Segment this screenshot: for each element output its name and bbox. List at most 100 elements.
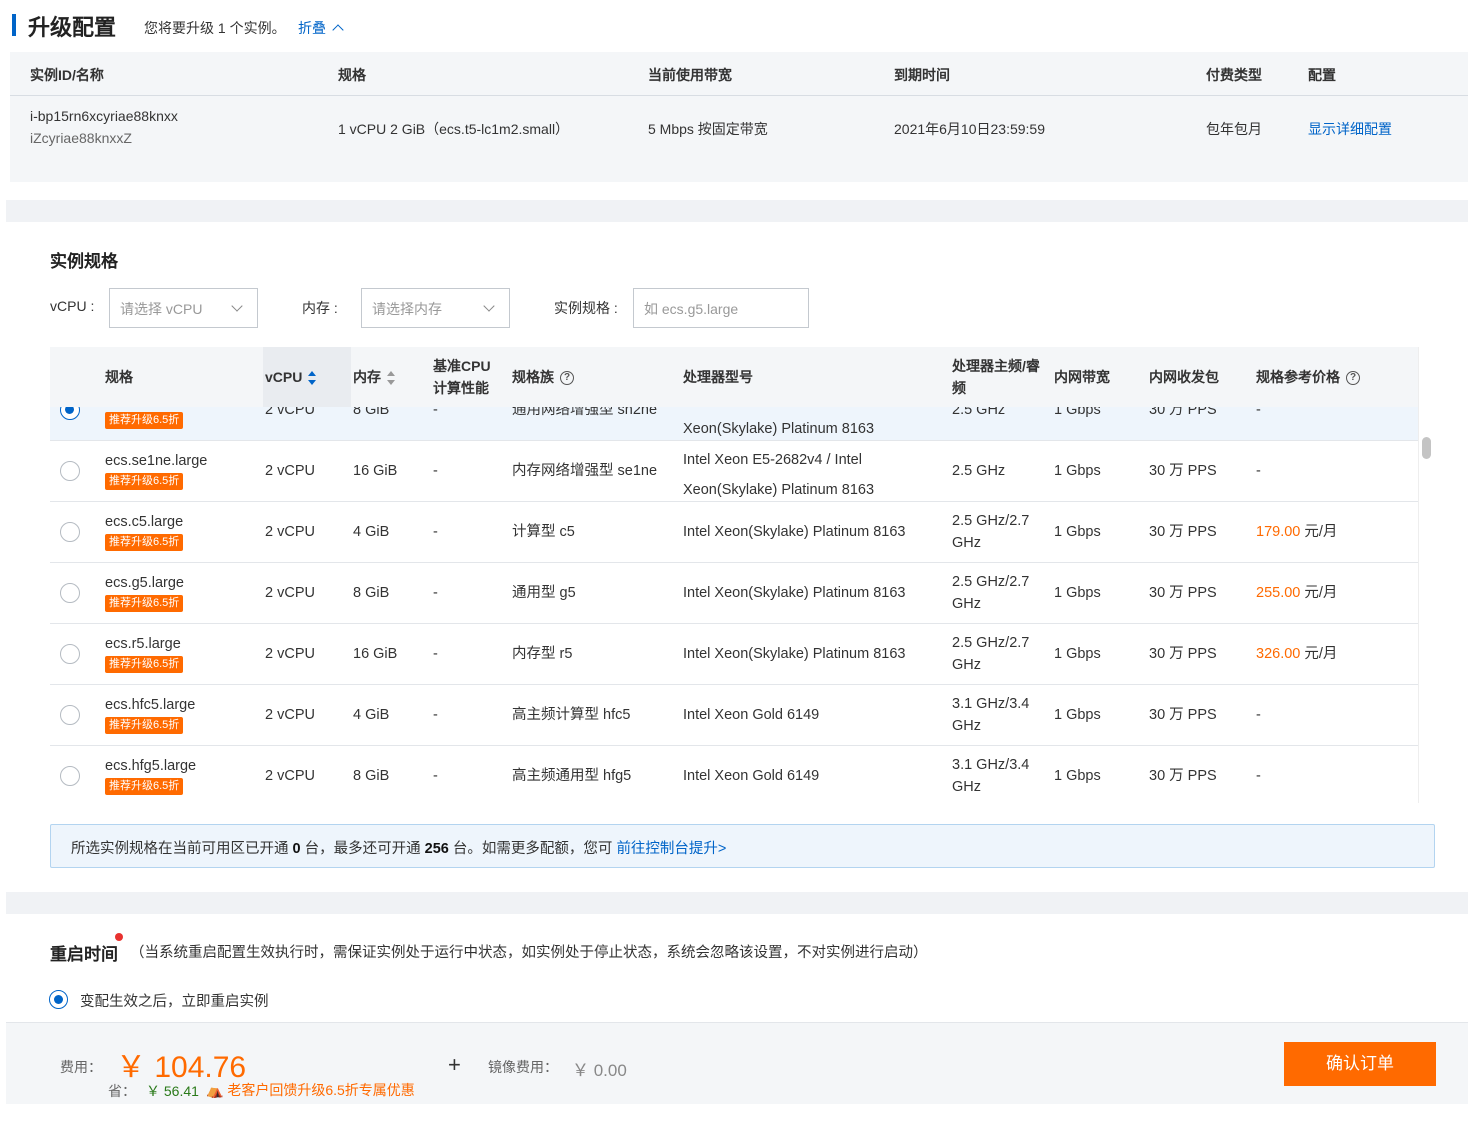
fold-toggle[interactable]: 折叠 <box>298 18 344 38</box>
pps-value: 30 万 PPS <box>1149 407 1217 418</box>
family-value: 高主频计算型 hfc5 <box>512 707 631 723</box>
bandwidth-value: 1 Gbps <box>1054 463 1101 479</box>
spec-section-title: 实例规格 <box>50 252 118 271</box>
recommend-badge: 推荐升级6.5折 <box>105 412 184 429</box>
th-processor: 处理器型号 <box>683 369 753 385</box>
th-pps: 内网收发包 <box>1149 369 1219 385</box>
price-amount: 255.00 <box>1256 585 1301 601</box>
memory-label: 内存 : <box>302 300 338 316</box>
memory-value: 8 GiB <box>353 585 390 601</box>
family-value: 通用网络增强型 sn2ne <box>512 407 658 418</box>
row-select-radio[interactable] <box>60 522 80 542</box>
vcpu-value: 2 vCPU <box>265 463 315 479</box>
th-family: 规格族? <box>512 366 574 388</box>
price-amount: - <box>1256 407 1261 418</box>
memory-value: 4 GiB <box>353 707 390 723</box>
table-row[interactable]: ecs.g5.large 推荐升级6.5折 2 vCPU 8 GiB - 通用型 g5 In… <box>50 563 1418 624</box>
row-select-radio[interactable] <box>60 407 80 420</box>
title-accent-bar <box>12 14 16 36</box>
col-spec: 规格 <box>338 67 366 83</box>
col-bandwidth: 当前使用带宽 <box>648 67 732 83</box>
pps-value: 30 万 PPS <box>1149 768 1217 784</box>
freq-value: 2.5 GHz <box>952 463 1006 479</box>
th-bandwidth: 内网带宽 <box>1054 369 1110 385</box>
instance-spec: 1 vCPU 2 GiB（ecs.t5-lc1m2.small） <box>338 121 570 137</box>
price-amount: - <box>1256 707 1261 723</box>
spec-name: ecs.hfg5.large <box>105 758 197 774</box>
row-select-radio[interactable] <box>60 705 80 725</box>
cpu-perf-value: - <box>433 768 438 784</box>
recommend-badge: 推荐升级6.5折 <box>105 595 184 612</box>
table-scrollbar[interactable] <box>1418 347 1435 803</box>
help-icon[interactable]: ? <box>1346 371 1360 386</box>
th-vcpu[interactable]: vCPU <box>263 347 351 407</box>
spec-name: ecs.hfc5.large <box>105 697 196 713</box>
show-detail-link[interactable]: 显示详细配置 <box>1308 119 1392 139</box>
col-pay-type: 付费类型 <box>1206 67 1262 83</box>
vcpu-value: 2 vCPU <box>265 768 315 784</box>
spec-name: ecs.se1ne.large <box>105 453 208 469</box>
reboot-immediately-radio[interactable] <box>49 990 68 1009</box>
price-amount: - <box>1256 463 1261 479</box>
fee-label: 费用： <box>60 1059 102 1075</box>
processor-value: Intel Xeon Gold 6149 <box>683 768 820 784</box>
family-value: 内存型 r5 <box>512 646 573 662</box>
vcpu-value: 2 vCPU <box>265 585 315 601</box>
table-row[interactable]: ecs.hfg5.large 推荐升级6.5折 2 vCPU 8 GiB - 高主频通用型… <box>50 746 1418 803</box>
recommend-badge: 推荐升级6.5折 <box>105 778 184 795</box>
th-price: 规格参考价格? <box>1256 366 1360 388</box>
th-spec: 规格 <box>105 369 133 385</box>
price-unit: 元/月 <box>1300 646 1338 662</box>
instance-expire: 2021年6月10日23:59:59 <box>894 121 1045 137</box>
price-amount: 179.00 <box>1256 524 1301 540</box>
help-icon[interactable]: ? <box>560 371 574 386</box>
required-dot-icon <box>115 933 123 941</box>
row-select-radio[interactable] <box>60 461 80 481</box>
spec-search-input[interactable]: 如 ecs.g5.large <box>633 288 809 328</box>
row-select-radio[interactable] <box>60 644 80 664</box>
table-row[interactable]: 推荐升级6.5折 2 vCPU 8 GiB - 通用网络增强型 sn2ne Xeon(Sk… <box>50 407 1418 441</box>
price-unit: 元/月 <box>1300 585 1338 601</box>
instance-panel: 实例ID/名称 规格 当前使用带宽 到期时间 付费类型 配置 i-bp15rn6… <box>10 52 1468 182</box>
th-price-label: 规格参考价格 <box>1256 369 1340 385</box>
chevron-down-icon <box>231 300 243 312</box>
table-body: 推荐升级6.5折 2 vCPU 8 GiB - 通用网络增强型 sn2ne Xeon(Sk… <box>50 407 1418 803</box>
chevron-down-icon <box>483 300 495 312</box>
instance-name: iZcyriae88knxxZ <box>30 130 132 146</box>
vcpu-value: 2 vCPU <box>265 407 315 418</box>
freq-line2: GHz <box>952 657 981 673</box>
vcpu-select[interactable]: 请选择 vCPU <box>109 288 258 328</box>
recommend-badge: 推荐升级6.5折 <box>105 534 184 551</box>
reboot-option-label[interactable]: 变配生效之后，立即重启实例 <box>80 990 269 1011</box>
freq-line2: GHz <box>952 596 981 612</box>
scrollbar-thumb[interactable] <box>1422 437 1431 459</box>
pps-value: 30 万 PPS <box>1149 585 1217 601</box>
col-instance-id: 实例ID/名称 <box>30 67 104 83</box>
confirm-order-button[interactable]: 确认订单 <box>1284 1042 1436 1086</box>
notice-mid: 台，最多还可开通 <box>300 841 425 857</box>
sort-icon <box>387 371 396 386</box>
vcpu-value: 2 vCPU <box>265 524 315 540</box>
reboot-description: （当系统重启配置生效执行时，需保证实例处于运行中状态，如实例处于停止状态，系统会… <box>130 945 928 961</box>
console-quota-link[interactable]: 前往控制台提升> <box>616 841 726 857</box>
th-frequency: 处理器主频/睿频 <box>952 355 1040 399</box>
family-value: 内存网络增强型 se1ne <box>512 463 658 479</box>
freq-line2: GHz <box>952 535 981 551</box>
notice-post: 台。如需更多配额，您可 <box>448 841 617 857</box>
spec-search-placeholder: 如 ecs.g5.large <box>644 301 739 317</box>
table-row[interactable]: ecs.se1ne.large 推荐升级6.5折 2 vCPU 16 GiB - 内存网络… <box>50 441 1418 502</box>
th-memory[interactable]: 内存 <box>353 366 396 388</box>
table-row[interactable]: ecs.hfc5.large 推荐升级6.5折 2 vCPU 4 GiB - 高主频计算型… <box>50 685 1418 746</box>
processor-value: Intel Xeon Gold 6149 <box>683 707 820 723</box>
pps-value: 30 万 PPS <box>1149 524 1217 540</box>
cpu-perf-value: - <box>433 646 438 662</box>
cpu-perf-value: - <box>433 524 438 540</box>
save-label: 省： <box>108 1083 136 1099</box>
row-select-radio[interactable] <box>60 766 80 786</box>
table-row[interactable]: ecs.r5.large 推荐升级6.5折 2 vCPU 16 GiB - 内存型 r5 I… <box>50 624 1418 685</box>
pps-value: 30 万 PPS <box>1149 646 1217 662</box>
table-row[interactable]: ecs.c5.large 推荐升级6.5折 2 vCPU 4 GiB - 计算型 c5 In… <box>50 502 1418 563</box>
row-select-radio[interactable] <box>60 583 80 603</box>
memory-select[interactable]: 请选择内存 <box>361 288 510 328</box>
bandwidth-value: 1 Gbps <box>1054 407 1101 418</box>
